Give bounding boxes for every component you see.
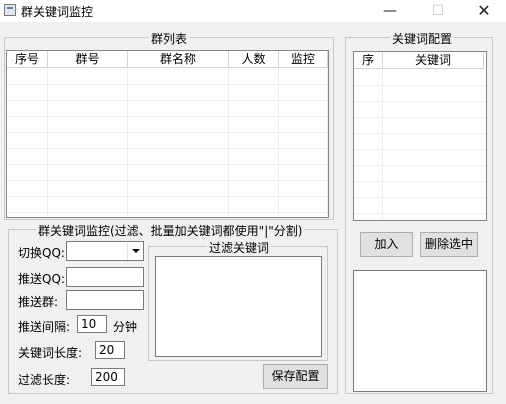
title-bar: 群关键词监控 — ☐ ✕ <box>0 0 506 22</box>
close-button[interactable]: ✕ <box>462 0 506 22</box>
push-interval-input[interactable]: 10 <box>77 315 107 333</box>
push-group-label: 推送群: <box>18 295 59 309</box>
column-header-group-id[interactable]: 群号 <box>48 51 128 68</box>
switch-qq-combo[interactable] <box>66 241 144 261</box>
app-icon <box>4 4 16 16</box>
group-list-header: 序号 群号 群名称 人数 监控 <box>7 51 328 68</box>
keyword-input-area[interactable] <box>353 270 487 392</box>
add-keyword-button[interactable]: 加入 <box>360 232 413 257</box>
monitor-legend: 群关键词监控(过滤、批量加关键词都使用"|"分割) <box>36 222 305 239</box>
group-list-legend: 群列表 <box>149 30 190 47</box>
push-interval-unit: 分钟 <box>113 320 138 334</box>
push-interval-label: 推送间隔: <box>18 320 71 334</box>
filter-keywords-legend: 过滤关键词 <box>207 239 272 256</box>
group-list-rows[interactable] <box>7 69 328 217</box>
group-list-table[interactable]: 序号 群号 群名称 人数 监控 <box>6 50 329 218</box>
maximize-button[interactable]: ☐ <box>416 0 460 22</box>
minimize-button[interactable]: — <box>368 0 412 22</box>
keyword-list-table[interactable]: 序 关键词 <box>353 51 487 221</box>
keyword-list-header: 序 关键词 <box>354 52 484 69</box>
column-header-group-name[interactable]: 群名称 <box>128 51 229 68</box>
column-header-seq[interactable]: 序 <box>354 52 383 69</box>
chevron-down-icon[interactable] <box>127 242 143 260</box>
keyword-list-rows[interactable] <box>354 70 486 220</box>
filter-length-input[interactable]: 200 <box>91 368 125 386</box>
column-header-member-count[interactable]: 人数 <box>229 51 279 68</box>
column-header-keyword[interactable]: 关键词 <box>383 52 484 69</box>
switch-qq-label: 切换QQ: <box>18 246 65 260</box>
filter-length-label: 过滤长度: <box>18 373 71 387</box>
column-header-monitor[interactable]: 监控 <box>279 51 328 68</box>
delete-selected-button[interactable]: 删除选中 <box>420 232 478 257</box>
keyword-config-legend: 关键词配置 <box>390 30 455 47</box>
save-config-button[interactable]: 保存配置 <box>263 364 328 389</box>
push-qq-label: 推送QQ: <box>18 272 65 286</box>
keyword-length-label: 关键词长度: <box>18 346 83 360</box>
keyword-length-input[interactable]: 20 <box>95 341 125 359</box>
push-group-input[interactable] <box>66 290 144 310</box>
filter-keywords-textarea[interactable] <box>155 256 322 357</box>
push-qq-input[interactable] <box>66 267 144 287</box>
window-title: 群关键词监控 <box>21 5 94 19</box>
column-header-index[interactable]: 序号 <box>7 51 48 68</box>
